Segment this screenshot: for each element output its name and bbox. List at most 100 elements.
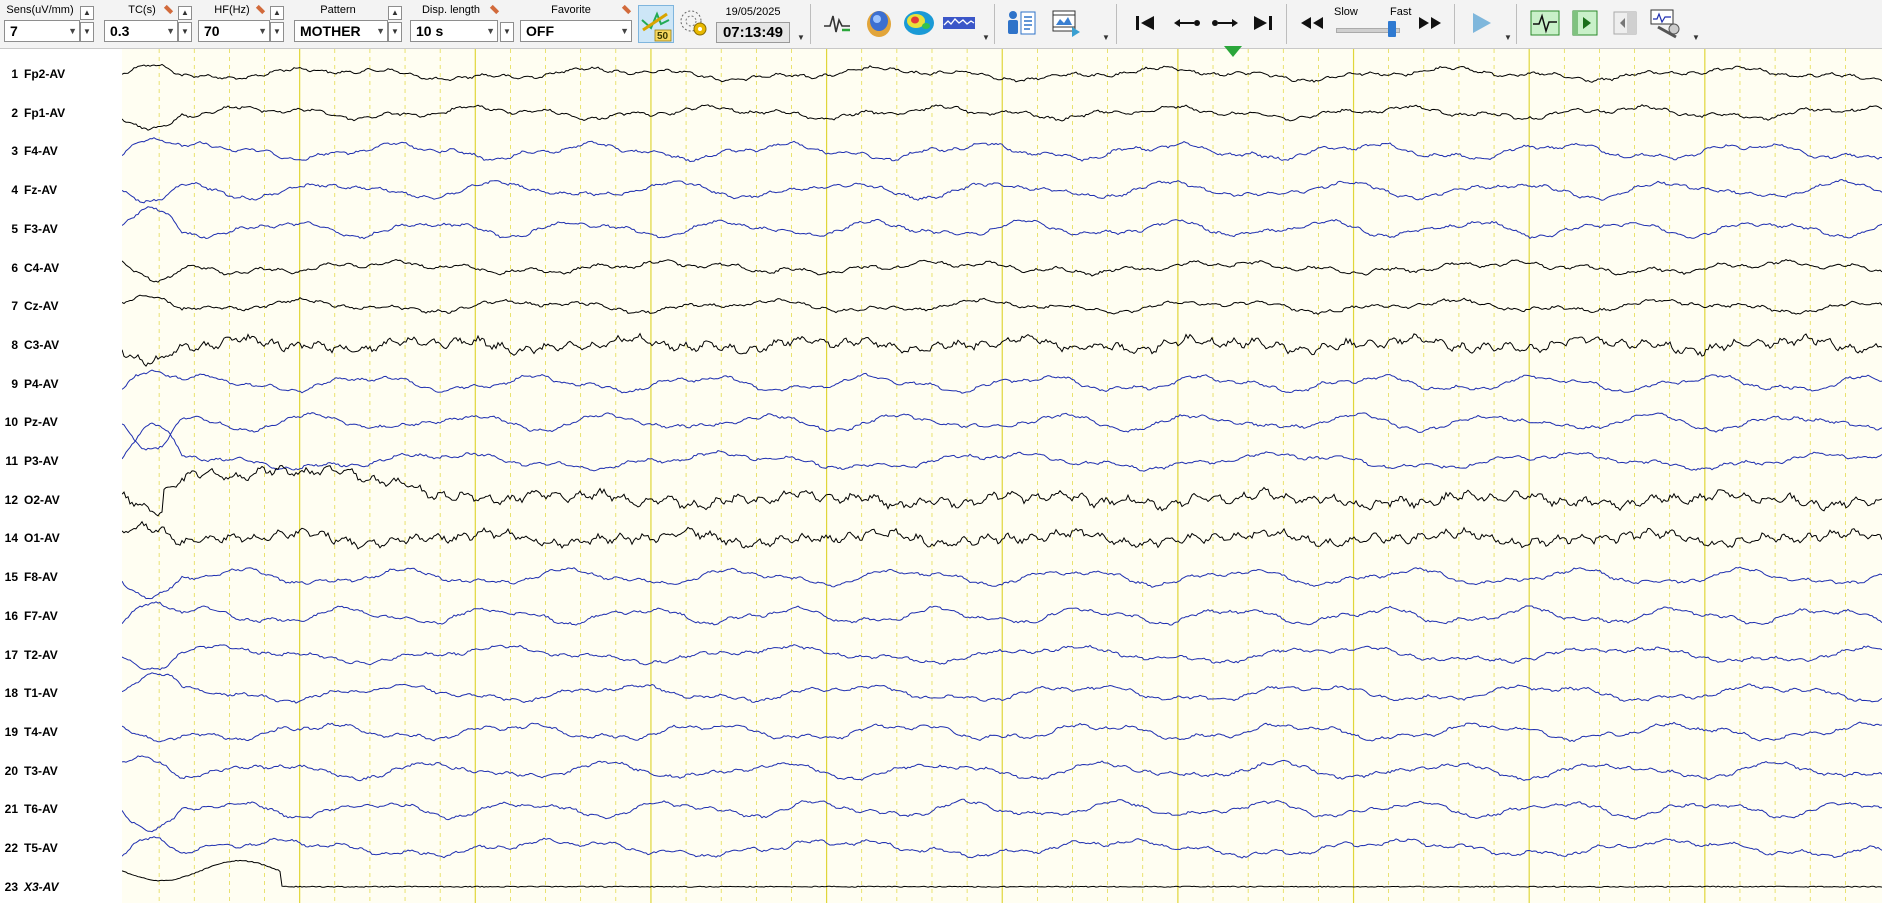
channel-label[interactable]: 18 T1-AV	[0, 686, 120, 702]
head-map-icon	[867, 11, 891, 37]
channel-number: 12	[4, 492, 18, 507]
channel-label[interactable]: 21 T6-AV	[0, 802, 120, 818]
channel-label[interactable]: 12 O2-AV	[0, 493, 120, 509]
channel-number: 6	[11, 260, 18, 275]
channel-label[interactable]: 7 Cz-AV	[0, 299, 120, 315]
channel-label[interactable]: 16 F7-AV	[0, 609, 120, 625]
channel-number: 1	[11, 67, 18, 81]
channel-label[interactable]: 19 T4-AV	[0, 725, 120, 741]
rewind-icon	[1301, 17, 1323, 29]
pattern-next-button[interactable]: ▼	[388, 22, 402, 42]
chevron-down-icon: ▼	[166, 26, 175, 36]
chevron-down-icon[interactable]: ▼	[1102, 33, 1110, 42]
tc-decrease-button[interactable]: ▼	[178, 22, 192, 42]
channel-label[interactable]: 11 P3-AV	[0, 454, 120, 470]
channel-name: F8-AV	[24, 570, 58, 585]
channel-name: P3-AV	[24, 454, 59, 468]
toolbar-separator	[1116, 4, 1117, 44]
channel-name: T5-AV	[24, 841, 58, 855]
topography-map-icon	[904, 11, 934, 35]
channel-label[interactable]: 23 X3-AV	[0, 880, 120, 896]
pattern-previous-button[interactable]: ▲	[388, 6, 402, 20]
topography-map-button[interactable]	[902, 6, 936, 40]
channel-label[interactable]: 15 F8-AV	[0, 570, 120, 586]
hf-value: 70	[204, 23, 220, 39]
sens-decrease-button[interactable]: ▼	[80, 22, 94, 42]
go-first-button[interactable]	[1128, 6, 1162, 40]
play-segment-button[interactable]	[1568, 6, 1602, 40]
patient-info-button[interactable]	[1004, 6, 1038, 40]
speed-fast-label: Fast	[1390, 6, 1412, 18]
chevron-down-icon[interactable]: ▼	[982, 33, 990, 42]
toggle-panel-button[interactable]	[1608, 6, 1642, 40]
channel-label[interactable]: 6 C4-AV	[0, 261, 120, 277]
hf-select[interactable]: 70 ▼	[198, 20, 270, 42]
chevron-down-icon[interactable]: ▼	[797, 33, 805, 42]
hf-decrease-button[interactable]: ▼	[270, 22, 284, 42]
chevron-down-icon[interactable]: ▼	[1692, 33, 1700, 42]
channel-number: 9	[11, 376, 18, 391]
favorite-select[interactable]: OFF ▼	[520, 20, 632, 42]
tc-select[interactable]: 0.3 ▼	[104, 20, 178, 42]
channel-label[interactable]: 22 T5-AV	[0, 841, 120, 857]
channel-number: 4	[11, 183, 18, 198]
device-settings-button[interactable]	[1648, 6, 1682, 40]
notch-filter-button[interactable]: 50	[638, 5, 674, 43]
channel-name: C3-AV	[24, 337, 60, 352]
monitor-waveform-button[interactable]	[1528, 6, 1562, 40]
channel-name: Pz-AV	[24, 415, 58, 430]
hf-increase-button[interactable]: ▲	[270, 6, 284, 20]
channel-label[interactable]: 10 Pz-AV	[0, 415, 120, 431]
channel-label[interactable]: 20 T3-AV	[0, 764, 120, 780]
disp-length-decrease-button[interactable]: ▼	[500, 22, 514, 42]
channel-name: F7-AV	[24, 608, 58, 623]
channel-number: 2	[11, 105, 18, 120]
channel-name: T1-AV	[24, 686, 58, 701]
speed-slider-thumb[interactable]	[1388, 21, 1396, 37]
channel-label[interactable]: 14 O1-AV	[0, 531, 120, 547]
channel-label[interactable]: 1 Fp2-AV	[0, 67, 120, 83]
rewind-button[interactable]	[1294, 6, 1328, 40]
eeg-trace-canvas	[122, 49, 1882, 903]
play-button[interactable]	[1464, 6, 1498, 40]
chevron-down-icon: ▼	[620, 26, 629, 36]
channel-label[interactable]: 17 T2-AV	[0, 648, 120, 664]
channel-name: Fp1-AV	[24, 105, 66, 120]
waveform-button[interactable]	[820, 6, 854, 40]
channel-name: O2-AV	[24, 492, 60, 507]
channel-number: 16	[4, 608, 18, 623]
step-back-button[interactable]	[1170, 6, 1204, 40]
channel-label[interactable]: 2 Fp1-AV	[0, 106, 120, 122]
spectrum-bar-button[interactable]	[942, 6, 976, 40]
event-marker-icon[interactable]	[1224, 46, 1242, 57]
toolbar-separator	[1454, 4, 1455, 44]
chevron-down-icon: ▼	[486, 26, 495, 36]
eeg-trace-area[interactable]	[122, 49, 1882, 903]
video-button[interactable]	[1050, 6, 1084, 40]
channel-label[interactable]: 9 P4-AV	[0, 377, 120, 393]
disp-length-select[interactable]: 10 s ▼	[410, 20, 498, 42]
channel-label[interactable]: 4 Fz-AV	[0, 183, 120, 199]
sens-increase-button[interactable]: ▲	[80, 6, 94, 20]
channel-number: 11	[5, 454, 18, 468]
step-forward-button[interactable]	[1208, 6, 1242, 40]
sens-select[interactable]: 7 ▼	[4, 20, 80, 42]
go-last-icon	[1254, 16, 1272, 30]
channel-label[interactable]: 5 F3-AV	[0, 222, 120, 238]
channel-label[interactable]: 8 C3-AV	[0, 338, 120, 354]
play-icon	[1473, 13, 1491, 33]
channel-name: F3-AV	[24, 221, 58, 236]
channel-number: 20	[4, 763, 18, 778]
channel-number: 15	[4, 570, 18, 585]
disp-length-control: Disp. length 10 s ▼ ▼	[408, 0, 516, 48]
pattern-select[interactable]: MOTHER ▼	[294, 20, 388, 42]
sens-value: 7	[10, 23, 18, 39]
channel-number: 5	[11, 221, 18, 236]
chevron-down-icon[interactable]: ▼	[1504, 33, 1512, 42]
go-last-button[interactable]	[1246, 6, 1280, 40]
head-map-button[interactable]	[862, 6, 896, 40]
fast-forward-button[interactable]	[1414, 6, 1448, 40]
tc-increase-button[interactable]: ▲	[178, 6, 192, 20]
grid-settings-button[interactable]	[676, 6, 710, 40]
channel-label[interactable]: 3 F4-AV	[0, 144, 120, 160]
